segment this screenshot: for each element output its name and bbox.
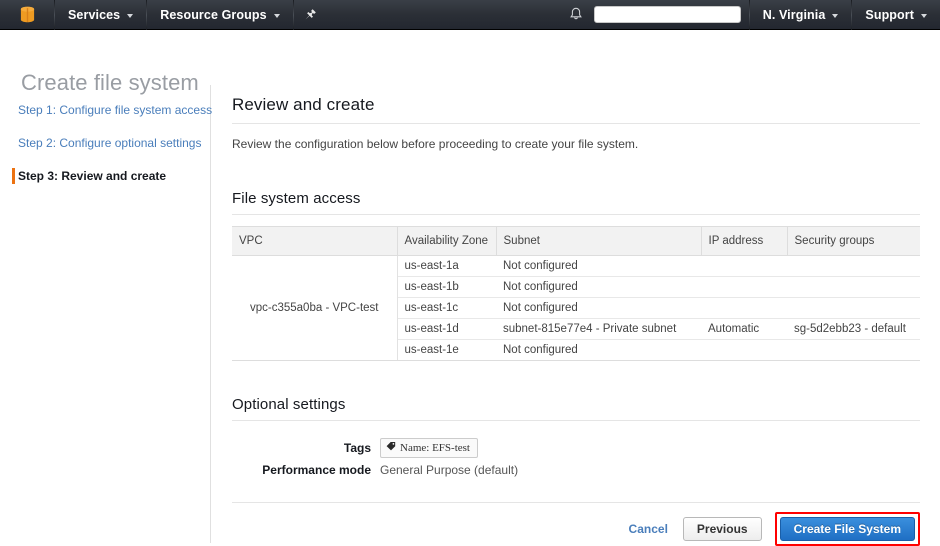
- nav-services-menu[interactable]: Services: [55, 0, 146, 30]
- cell-availability-zone: us-east-1c: [397, 297, 496, 319]
- cell-vpc: vpc-c355a0ba - VPC-test: [232, 255, 398, 361]
- section-heading-file-system-access: File system access: [232, 190, 361, 207]
- sidebar-item-label: Step 2: Configure optional settings: [18, 136, 202, 150]
- top-navigation-bar: Services Resource Groups N. Virginia Sup…: [0, 0, 940, 30]
- cell-ip-address: Automatic: [701, 318, 787, 340]
- nav-support-menu[interactable]: Support: [852, 0, 940, 30]
- nav-support-label: Support: [865, 7, 914, 22]
- table-header-row: VPC Availability Zone Subnet IP address …: [232, 226, 920, 256]
- cell-ip-address: [701, 339, 787, 361]
- cell-subnet: Not configured: [496, 297, 701, 319]
- column-header-security-groups: Security groups: [786, 226, 920, 256]
- sidebar-item-step-1[interactable]: Step 1: Configure file system access: [0, 101, 213, 119]
- optional-setting-performance-mode: Performance mode General Purpose (defaul…: [232, 463, 920, 477]
- cell-security-groups: [787, 255, 920, 277]
- column-header-availability-zone: Availability Zone: [396, 226, 496, 256]
- sidebar-item-step-3[interactable]: Step 3: Review and create: [0, 167, 210, 185]
- aws-cube-icon: [18, 5, 37, 24]
- table-row: vpc-c355a0ba - VPC-test us-east-1a Not c…: [232, 255, 920, 361]
- cell-security-groups: [787, 276, 920, 298]
- chevron-down-icon: [832, 13, 839, 18]
- wizard-steps-sidebar: Step 1: Configure file system access Ste…: [0, 85, 213, 543]
- heading-divider: [232, 123, 920, 124]
- sidebar-item-label: Step 3: Review and create: [18, 169, 167, 183]
- cell-ip-address: [701, 255, 787, 277]
- pin-icon[interactable]: [294, 0, 328, 30]
- nav-resource-groups-label: Resource Groups: [160, 7, 267, 22]
- search-input[interactable]: [593, 6, 741, 23]
- cell-subnet: Not configured: [496, 255, 701, 277]
- optional-settings-list: Tags Name: EFS-test Performance mode Gen…: [232, 438, 920, 477]
- cell-availability-zone: us-east-1b: [397, 276, 496, 298]
- performance-mode-value: General Purpose (default): [380, 463, 519, 477]
- column-header-vpc: VPC: [232, 226, 397, 256]
- footer-actions: Cancel Previous Create File System: [627, 512, 920, 546]
- main-content: Review and create Review the configurati…: [232, 95, 920, 482]
- nav-resource-groups-menu[interactable]: Resource Groups: [147, 0, 292, 30]
- create-file-system-button[interactable]: Create File System: [779, 517, 915, 541]
- tag-chip: Name: EFS-test: [380, 438, 478, 458]
- bell-icon[interactable]: [559, 0, 593, 30]
- cancel-button[interactable]: Cancel: [627, 519, 670, 539]
- cell-security-groups: [787, 297, 920, 319]
- file-system-access-table: VPC Availability Zone Subnet IP address …: [232, 226, 920, 361]
- cell-availability-zone: us-east-1d: [397, 318, 496, 340]
- cell-security-groups: sg-5d2ebb23 - default: [787, 318, 920, 340]
- cell-security-groups: [787, 339, 920, 361]
- optional-settings-section: Optional settings Tags Name: EFS-test Pe…: [232, 396, 920, 477]
- intro-text: Review the configuration below before pr…: [232, 137, 639, 151]
- nav-region-label: N. Virginia: [762, 7, 826, 22]
- nav-region-menu[interactable]: N. Virginia: [750, 0, 852, 30]
- aws-logo[interactable]: [0, 0, 54, 30]
- footer-divider: [232, 502, 920, 503]
- chevron-down-icon: [127, 13, 134, 18]
- column-header-ip-address: IP address: [700, 226, 787, 256]
- chevron-down-icon: [273, 13, 280, 18]
- chevron-down-icon: [921, 13, 927, 18]
- nav-right-group: N. Virginia Support: [559, 0, 940, 30]
- cell-subnet: Not configured: [496, 276, 701, 298]
- file-system-access-section: File system access VPC Availability Zone…: [232, 190, 920, 361]
- sidebar-item-step-2[interactable]: Step 2: Configure optional settings: [0, 134, 210, 152]
- section-heading-optional-settings: Optional settings: [232, 396, 346, 413]
- optional-settings-divider: [232, 420, 920, 421]
- cell-ip-address: [701, 297, 787, 319]
- cell-subnet: Not configured: [496, 339, 701, 361]
- cell-subnet: subnet-815e77e4 - Private subnet: [496, 318, 701, 340]
- previous-button[interactable]: Previous: [682, 517, 762, 541]
- tag-icon: [386, 441, 396, 455]
- cell-availability-zone: us-east-1a: [397, 255, 496, 277]
- tags-label: Tags: [343, 441, 371, 455]
- tag-chip-label: Name: EFS-test: [400, 441, 470, 454]
- performance-mode-label: Performance mode: [262, 463, 371, 477]
- section-heading-review-and-create: Review and create: [232, 95, 375, 114]
- fsa-divider: [232, 214, 920, 215]
- optional-setting-tags: Tags Name: EFS-test: [232, 438, 920, 458]
- nav-services-label: Services: [68, 7, 121, 22]
- column-header-subnet: Subnet: [495, 226, 701, 256]
- create-file-system-highlight: Create File System: [774, 512, 920, 546]
- cell-availability-zone: us-east-1e: [397, 339, 496, 361]
- cell-ip-address: [701, 276, 787, 298]
- sidebar-item-label: Step 1: Configure file system access: [18, 103, 213, 117]
